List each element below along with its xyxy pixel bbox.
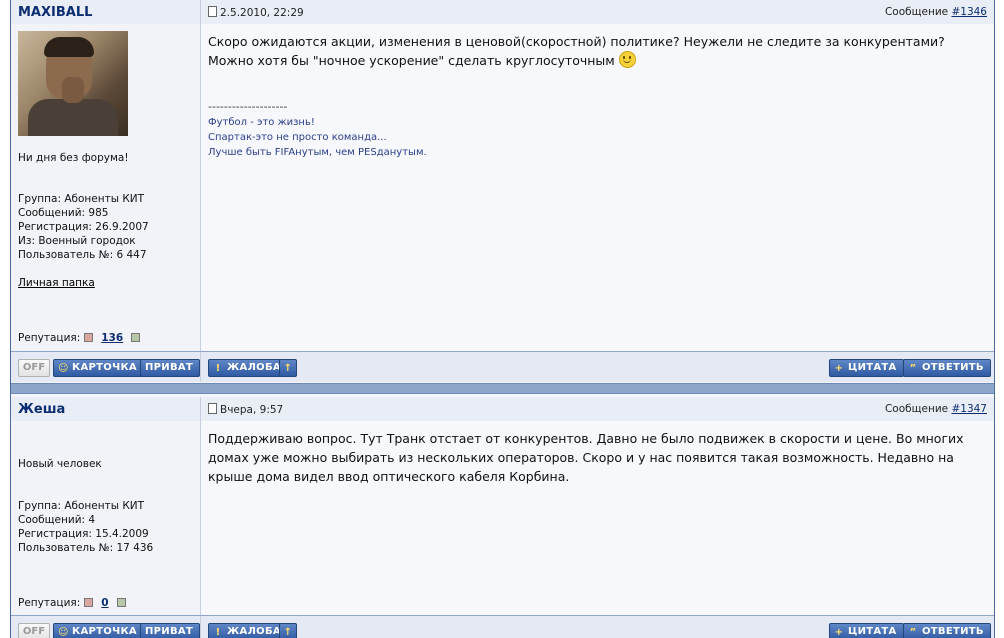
personal-folder: Личная папка bbox=[18, 276, 95, 290]
author-sidebar: Ни дня без форума! Группа: Абоненты КИТ … bbox=[11, 24, 201, 351]
reputation-label: Репутация: bbox=[18, 597, 81, 609]
scroll-top-button[interactable]: ↑ bbox=[279, 359, 297, 377]
post-text-content: Скоро ожидаются акции, изменения в ценов… bbox=[208, 34, 945, 68]
reputation: Репутация: 136 bbox=[18, 332, 144, 344]
private-label: ПРИВАТ bbox=[145, 626, 194, 637]
up-arrow-icon: ↑ bbox=[283, 363, 293, 374]
user-number: Пользователь №: 17 436 bbox=[18, 542, 154, 554]
profile-card-label: КАРТОЧКА bbox=[72, 626, 137, 637]
post-meta: 2.5.2010, 22:29 Сообщение #1346 bbox=[201, 0, 994, 24]
quote-button[interactable]: + ЦИТАТА bbox=[829, 359, 904, 377]
user-registered: Регистрация: 15.4.2009 bbox=[18, 528, 149, 540]
plus-icon: + bbox=[834, 627, 844, 638]
user-icon: ☺ bbox=[58, 363, 69, 374]
post-date: 2.5.2010, 22:29 bbox=[208, 6, 304, 19]
post-body: Поддерживаю вопрос. Тут Транк отстает от… bbox=[201, 421, 994, 615]
post-author-cell: Жеша bbox=[11, 397, 201, 421]
user-from: Из: Военный городок bbox=[18, 235, 136, 247]
profile-card-label: КАРТОЧКА bbox=[72, 362, 137, 373]
plus-icon: + bbox=[834, 363, 844, 374]
minus-icon[interactable] bbox=[84, 333, 94, 342]
signature-line-2: Спартак-это не просто команда... bbox=[208, 132, 387, 143]
private-message-button[interactable]: ПРИВАТ bbox=[140, 623, 201, 638]
reply-button[interactable]: ” ОТВЕТИТЬ bbox=[903, 623, 991, 638]
reply-label: ОТВЕТИТЬ bbox=[922, 626, 984, 637]
up-arrow-icon: ↑ bbox=[283, 627, 293, 638]
post-author-name[interactable]: MAXIBALL bbox=[18, 5, 92, 20]
personal-folder-link[interactable]: Личная папка bbox=[18, 277, 95, 289]
smiley-icon bbox=[618, 51, 636, 68]
post-date-text: Вчера, 9:57 bbox=[220, 404, 284, 416]
user-group: Группа: Абоненты КИТ bbox=[18, 193, 145, 205]
post-number: Сообщение #1347 bbox=[885, 403, 987, 415]
user-group: Группа: Абоненты КИТ bbox=[18, 500, 145, 512]
private-label: ПРИВАТ bbox=[145, 362, 194, 373]
user-status: Новый человек bbox=[18, 458, 102, 470]
user-messages: Сообщений: 985 bbox=[18, 207, 109, 219]
post-divider bbox=[11, 383, 994, 394]
document-icon bbox=[208, 6, 217, 17]
post-author-name[interactable]: Жеша bbox=[18, 402, 65, 417]
post-date: Вчера, 9:57 bbox=[208, 403, 283, 416]
post-number: Сообщение #1346 bbox=[885, 6, 987, 18]
quote-label: ЦИТАТА bbox=[848, 626, 897, 637]
post-body: Скоро ожидаются акции, изменения в ценов… bbox=[201, 24, 994, 351]
document-icon bbox=[208, 403, 217, 414]
report-label: ЖАЛОБА bbox=[227, 362, 281, 373]
quote-button[interactable]: + ЦИТАТА bbox=[829, 623, 904, 638]
user-number: Пользователь №: 6 447 bbox=[18, 249, 147, 261]
reply-label: ОТВЕТИТЬ bbox=[922, 362, 984, 373]
post-actions: OFF ☺ КАРТОЧКА ПРИВАТ ! ЖАЛОБА ↑ + ЦИТАТА ”… bbox=[11, 351, 994, 382]
user-messages: Сообщений: 4 bbox=[18, 514, 96, 526]
reply-button[interactable]: ” ОТВЕТИТЬ bbox=[903, 359, 991, 377]
post-header: Жеша Вчера, 9:57 Сообщение #1347 bbox=[11, 397, 994, 421]
reputation-label: Репутация: bbox=[18, 332, 81, 344]
online-status-button[interactable]: OFF bbox=[18, 623, 50, 638]
profile-card-button[interactable]: ☺ КАРТОЧКА bbox=[53, 623, 144, 638]
quote-icon: ” bbox=[909, 627, 917, 638]
scroll-top-button[interactable]: ↑ bbox=[279, 623, 297, 638]
plus-square-icon[interactable] bbox=[131, 333, 141, 342]
warning-icon: ! bbox=[215, 363, 221, 374]
report-button[interactable]: ! ЖАЛОБА bbox=[208, 359, 288, 377]
avatar bbox=[18, 31, 128, 136]
reputation-value[interactable]: 136 bbox=[101, 332, 123, 344]
user-status: Ни дня без форума! bbox=[18, 152, 129, 164]
user-icon: ☺ bbox=[58, 627, 69, 638]
post-author-cell: MAXIBALL bbox=[11, 0, 201, 24]
message-label: Сообщение bbox=[884, 6, 949, 18]
post-text: Поддерживаю вопрос. Тут Транк отстает от… bbox=[208, 431, 964, 484]
report-label: ЖАЛОБА bbox=[227, 626, 281, 637]
signature-line-1: Футбол - это жизнь! bbox=[208, 117, 315, 128]
post-header: MAXIBALL 2.5.2010, 22:29 Сообщение #1346 bbox=[11, 0, 994, 24]
online-status-button[interactable]: OFF bbox=[18, 359, 50, 377]
plus-square-icon[interactable] bbox=[116, 598, 126, 607]
warning-icon: ! bbox=[215, 627, 221, 638]
quote-label: ЦИТАТА bbox=[848, 362, 897, 373]
reputation: Репутация: 0 bbox=[18, 597, 130, 609]
profile-card-button[interactable]: ☺ КАРТОЧКА bbox=[53, 359, 144, 377]
report-button[interactable]: ! ЖАЛОБА bbox=[208, 623, 288, 638]
minus-icon[interactable] bbox=[84, 598, 94, 607]
quote-icon: ” bbox=[909, 363, 917, 374]
post-actions: OFF ☺ КАРТОЧКА ПРИВАТ ! ЖАЛОБА ↑ + ЦИТАТА ”… bbox=[11, 615, 994, 638]
author-sidebar: Новый человек Группа: Абоненты КИТ Сообщ… bbox=[11, 421, 201, 615]
signature-separator: -------------------- bbox=[208, 100, 288, 113]
post-number-link[interactable]: #1346 bbox=[951, 6, 987, 18]
message-label: Сообщение bbox=[884, 403, 949, 415]
post-date-text: 2.5.2010, 22:29 bbox=[220, 7, 304, 19]
post-number-link[interactable]: #1347 bbox=[951, 403, 987, 415]
private-message-button[interactable]: ПРИВАТ bbox=[140, 359, 201, 377]
signature-line-3: Лучше быть FIFAнутым, чем PESданутым. bbox=[208, 147, 427, 158]
post-meta: Вчера, 9:57 Сообщение #1347 bbox=[201, 397, 994, 421]
user-registered: Регистрация: 26.9.2007 bbox=[18, 221, 149, 233]
reputation-value[interactable]: 0 bbox=[101, 597, 108, 609]
forum-topic: MAXIBALL 2.5.2010, 22:29 Сообщение #1346… bbox=[10, 0, 995, 638]
post-text: Скоро ожидаются акции, изменения в ценов… bbox=[208, 32, 986, 70]
